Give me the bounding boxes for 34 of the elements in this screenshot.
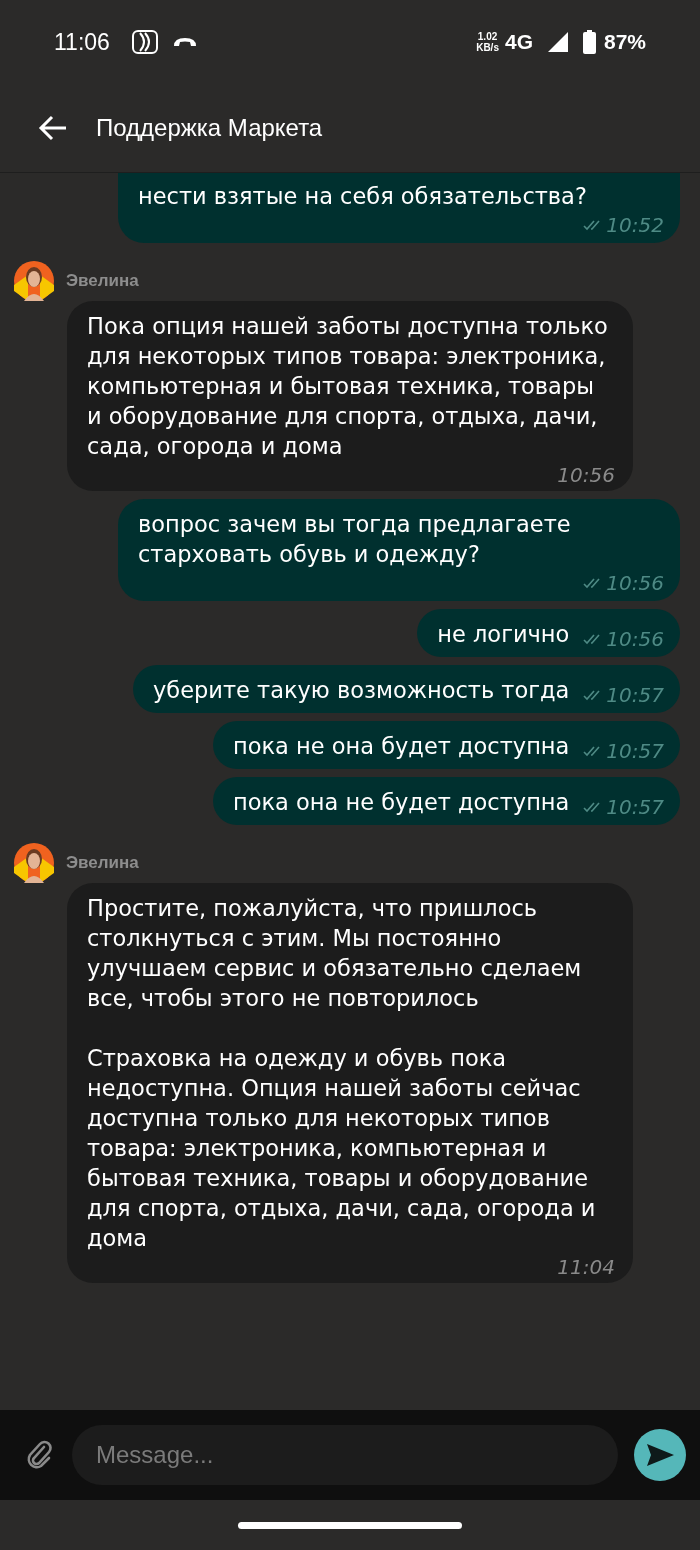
message-text: Пока опция нашей заботы доступна только для некоторых типов товара: электроника, компьютерная и бытовая техника, товары и оборудование для спорта, отдыха, дачи, сада, огорода и дома	[87, 312, 609, 461]
message-text: вопрос зачем вы тогда предлагаете старховать обувь и одежду?	[138, 510, 572, 569]
message-text: уберите такую возможность тогда	[153, 676, 570, 705]
message-text: пока не она будет доступна	[233, 732, 570, 761]
message-time: 10:56	[606, 626, 664, 653]
back-icon[interactable]	[38, 115, 68, 141]
clock: 11:06	[54, 28, 110, 56]
message-text: не логично	[437, 620, 570, 649]
message-time: 10:56	[606, 570, 664, 597]
signal-icon	[546, 31, 569, 53]
message-time: 10:57	[606, 738, 664, 765]
send-icon	[645, 1442, 675, 1468]
message-time: 10:57	[606, 682, 664, 709]
message-text: пока она не будет доступна	[233, 788, 570, 817]
message-time: 11:04	[557, 1254, 615, 1281]
sender-name: Эвелина	[66, 853, 139, 873]
message-input[interactable]: Message...	[72, 1425, 618, 1485]
avatar	[14, 843, 54, 883]
network-type: 4G	[504, 30, 533, 54]
message-text: Простите, пожалуйста, что пришлось столкнуться с этим. Мы постоянно улучшаем сервис и обязательно сделаем все, чтобы этого не повторилось Страховка на одежду и обувь пока недоступна. Опция нашей заботы сейчас доступна только для некоторых типов товара: электроника, компьютерная и бытовая техника, товары и оборудование для спорта, отдыха, дачи, сада, огорода и дома	[87, 894, 597, 1253]
avatar	[14, 261, 54, 301]
message-text: нести взятые на себя обязательства?	[138, 182, 587, 211]
network-speed: 1.02 KB/s	[476, 31, 499, 53]
notification-icon	[131, 30, 158, 54]
sender-name: Эвелина	[66, 271, 139, 291]
battery-level: 87%	[603, 30, 646, 54]
message-time: 10:52	[606, 212, 664, 239]
chat-title: Поддержка Маркета	[96, 114, 323, 142]
home-indicator[interactable]	[238, 1521, 462, 1529]
message-time: 10:56	[557, 462, 615, 489]
message-time: 10:57	[606, 794, 664, 821]
battery-icon	[582, 30, 596, 54]
phone-icon	[171, 36, 198, 48]
send-button[interactable]	[634, 1429, 686, 1481]
